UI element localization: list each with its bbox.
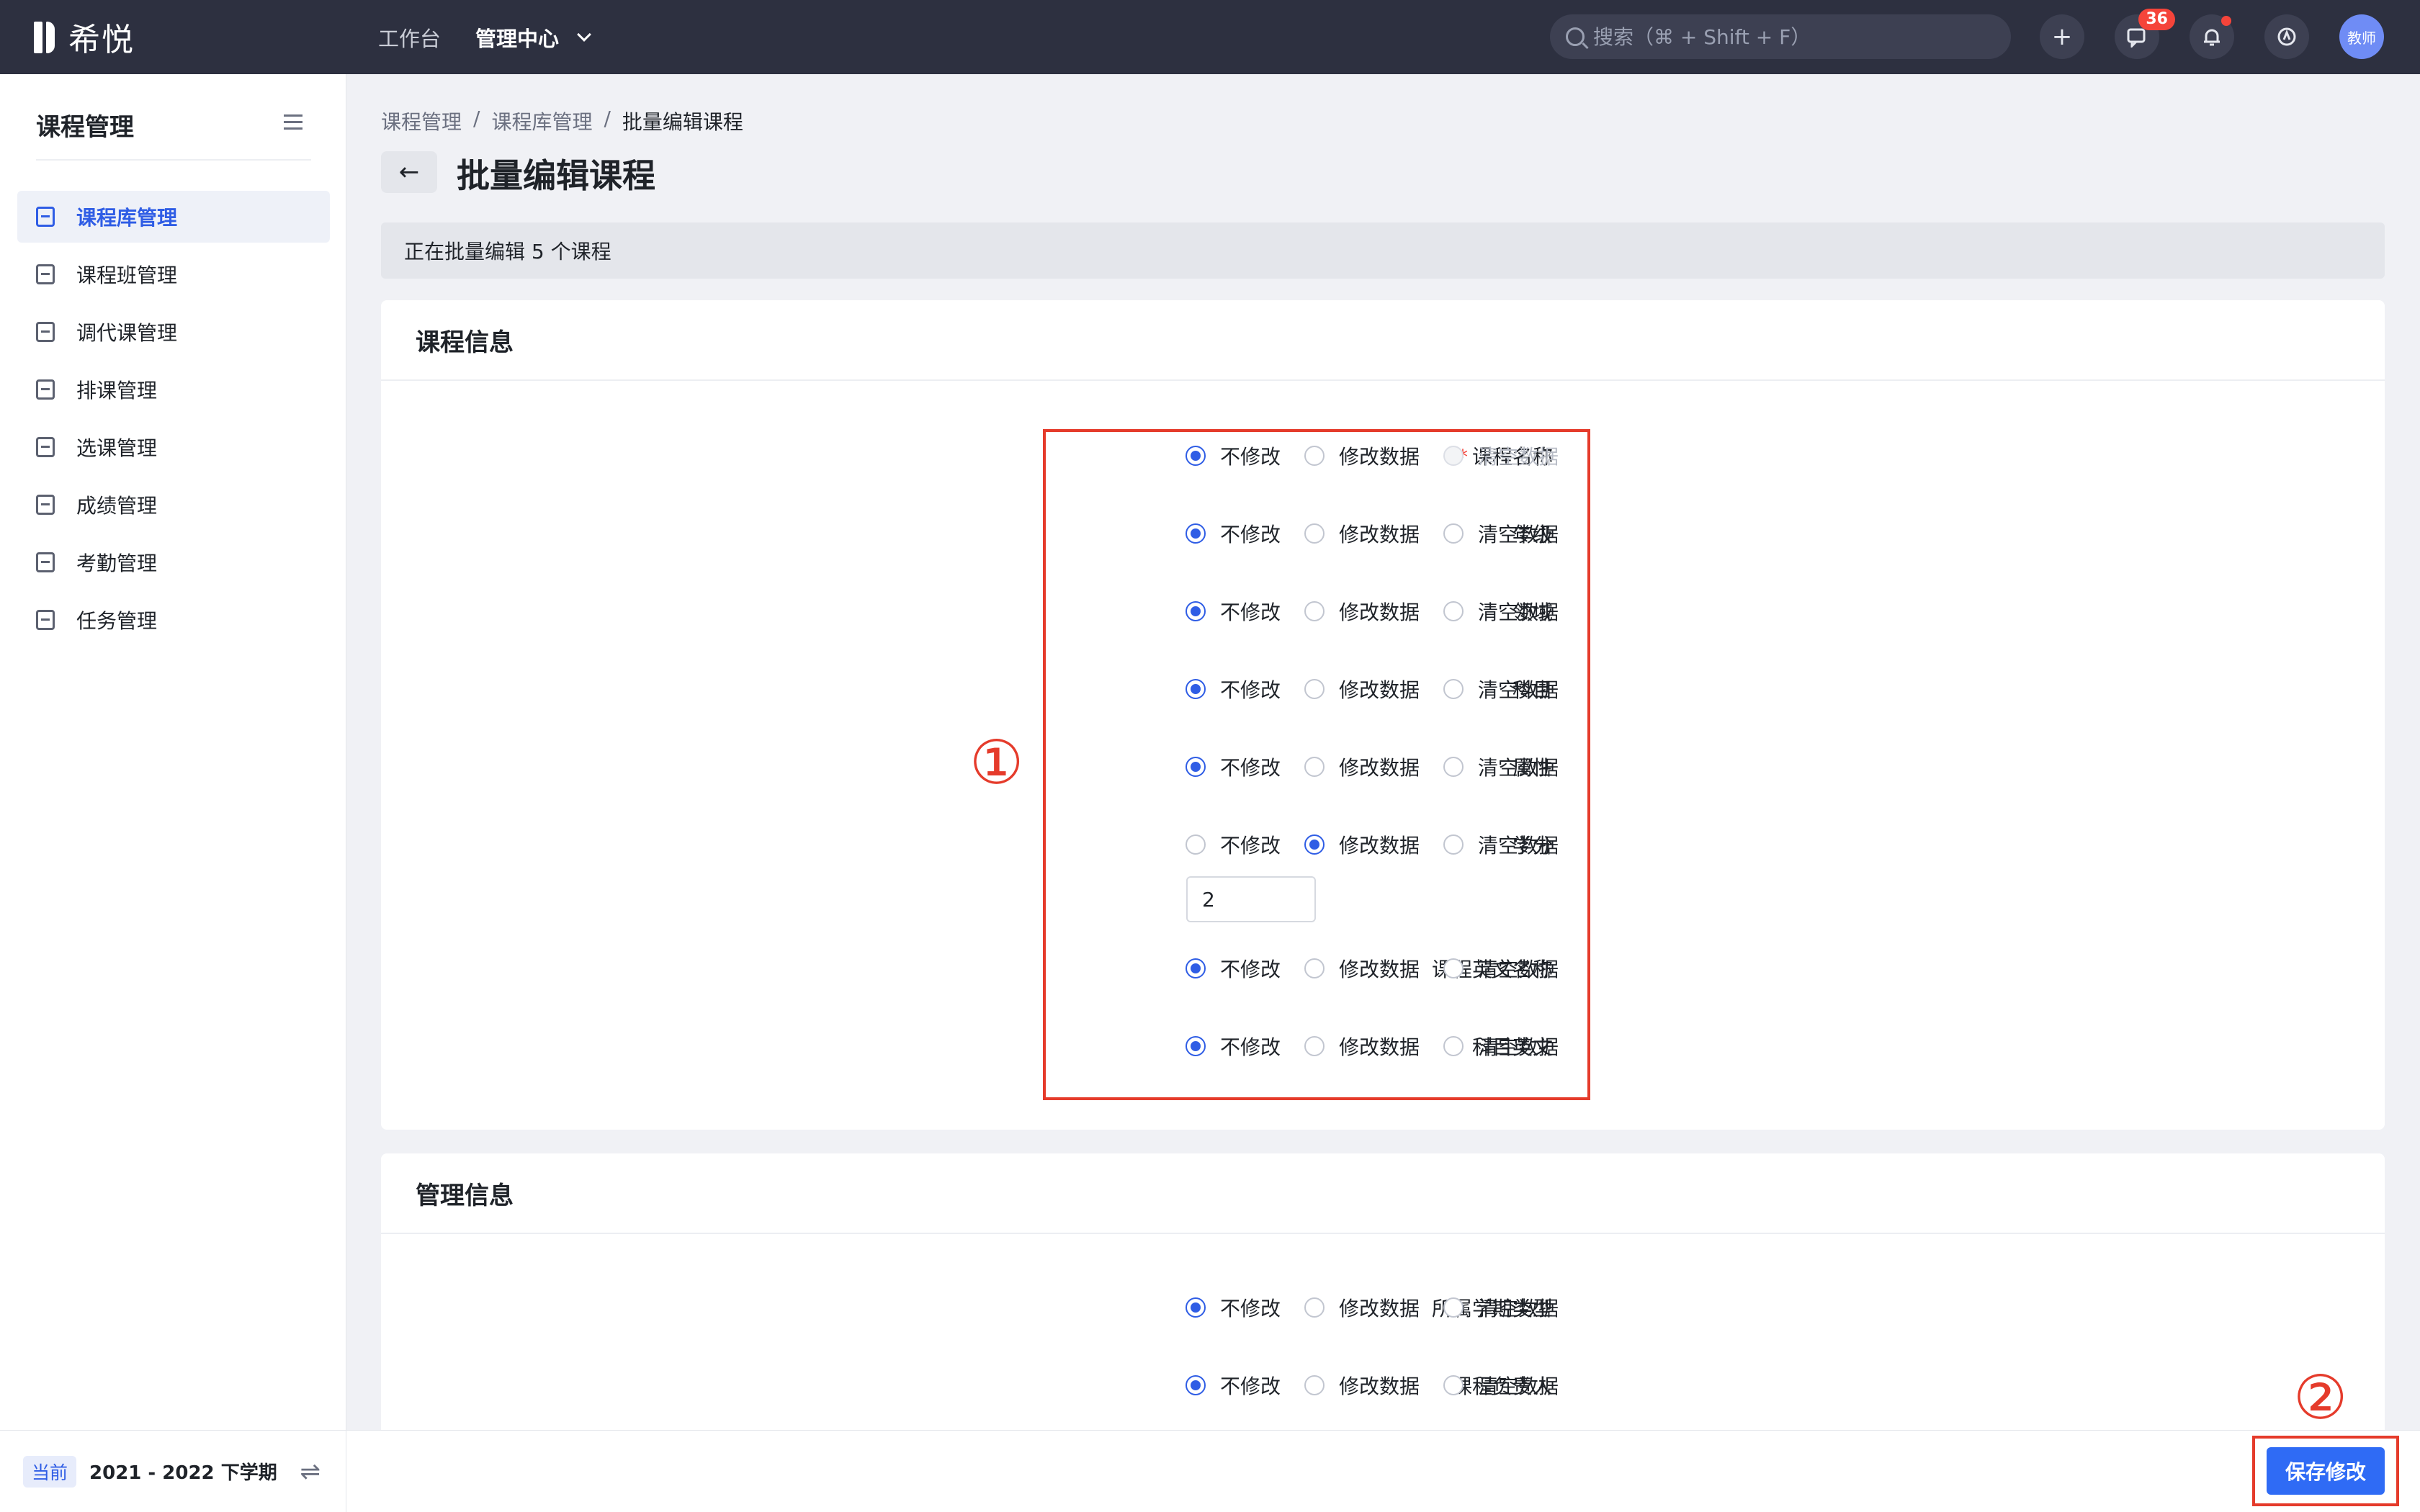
sidebar-item-tasks[interactable]: 任务管理 xyxy=(17,594,330,646)
nav-management-center[interactable]: 管理中心 xyxy=(475,22,591,53)
swap-doc-icon xyxy=(36,322,55,342)
schedule-icon xyxy=(36,379,55,400)
radio-clear[interactable]: 清空数据 xyxy=(1443,1293,1559,1322)
swap-icon[interactable]: ⇌ xyxy=(300,1457,321,1486)
breadcrumb-separator: / xyxy=(604,107,611,130)
search-input[interactable] xyxy=(1593,24,1996,49)
class-icon xyxy=(36,264,55,284)
radio-modify[interactable]: 修改数据 xyxy=(1304,1293,1420,1322)
messages-badge: 36 xyxy=(2138,9,2175,30)
avatar[interactable]: 教师 xyxy=(2339,14,2384,59)
arrow-left-icon: ← xyxy=(398,158,420,186)
sidebar-divider xyxy=(36,159,311,161)
app-switch-button[interactable] xyxy=(2264,14,2309,59)
radio-clear[interactable]: 清空数据 xyxy=(1443,1371,1559,1400)
nav-management-center-label: 管理中心 xyxy=(475,26,560,51)
radio-keep[interactable]: 不修改 xyxy=(1186,1371,1281,1400)
top-nav: 工作台 管理中心 xyxy=(378,0,591,74)
sidebar: 课程管理 课程库管理 课程班管理 调代课管理 排课管理 选课管理 成绩管理 考勤… xyxy=(0,74,346,1512)
bell-icon xyxy=(2204,29,2220,46)
management-info-card: 管理信息 所属学期类型 不修改 修改数据 清空数据 课程负责人 不修改 修改数据… xyxy=(381,1153,2385,1456)
collapse-sidebar-icon[interactable] xyxy=(284,114,302,130)
sidebar-item-label: 调代课管理 xyxy=(76,321,178,345)
messages-button[interactable]: 36 xyxy=(2115,9,2175,59)
sidebar-item-attendance[interactable]: 考勤管理 xyxy=(17,536,330,588)
sidebar-item-course-class[interactable]: 课程班管理 xyxy=(17,248,330,300)
sidebar-item-course-selection[interactable]: 选课管理 xyxy=(17,421,330,473)
breadcrumb-course-management[interactable]: 课程管理 xyxy=(381,107,462,135)
checklist-icon xyxy=(36,437,55,457)
nav-workbench[interactable]: 工作台 xyxy=(378,22,441,53)
nav-workbench-label: 工作台 xyxy=(378,26,442,51)
sidebar-item-label: 任务管理 xyxy=(76,609,158,633)
calendar-check-icon xyxy=(36,552,55,572)
plus-icon: + xyxy=(2051,22,2073,51)
sidebar-item-grades[interactable]: 成绩管理 xyxy=(17,479,330,531)
sidebar-item-label: 选课管理 xyxy=(76,436,158,460)
grade-report-icon xyxy=(36,495,55,515)
management-info-title: 管理信息 xyxy=(381,1153,2385,1234)
sidebar-item-label: 排课管理 xyxy=(76,379,158,402)
database-icon xyxy=(36,207,55,227)
app-logo[interactable]: 希悦 xyxy=(34,16,135,58)
add-button[interactable]: + xyxy=(2040,14,2084,59)
task-list-icon xyxy=(36,610,55,630)
sidebar-item-scheduling[interactable]: 排课管理 xyxy=(17,364,330,415)
breadcrumb-separator: / xyxy=(473,107,480,130)
sidebar-title: 课程管理 xyxy=(36,113,134,142)
search-icon xyxy=(1566,27,1585,46)
avatar-text: 教师 xyxy=(2347,29,2376,47)
global-search[interactable] xyxy=(1550,14,2011,59)
radio-modify[interactable]: 修改数据 xyxy=(1304,1371,1420,1400)
course-info-title: 课程信息 xyxy=(381,300,2385,381)
logo-text: 希悦 xyxy=(68,22,135,58)
annotation-box-1 xyxy=(1043,429,1590,1100)
radio-icon xyxy=(1443,1375,1464,1395)
current-term: 2021 - 2022 下学期 xyxy=(89,1462,277,1484)
sidebar-item-label: 考勤管理 xyxy=(76,552,158,575)
annotation-number-2: ② xyxy=(2293,1362,2348,1433)
breadcrumb: 课程管理 / 课程库管理 / 批量编辑课程 xyxy=(381,107,743,135)
batch-edit-notice: 正在批量编辑 5 个课程 xyxy=(381,222,2385,279)
radio-icon xyxy=(1186,1375,1206,1395)
radio-icon xyxy=(1186,1297,1206,1318)
radio-icon xyxy=(1304,1375,1325,1395)
logo-mark-icon xyxy=(34,19,63,55)
radio-keep[interactable]: 不修改 xyxy=(1186,1293,1281,1322)
back-button[interactable]: ← xyxy=(381,151,437,193)
breadcrumb-current: 批量编辑课程 xyxy=(622,110,743,134)
save-changes-button[interactable]: 保存修改 xyxy=(2267,1447,2385,1495)
top-bar: 希悦 工作台 管理中心 + 36 教师 xyxy=(0,0,2420,74)
sidebar-item-label: 课程库管理 xyxy=(76,206,178,230)
page-title: 批量编辑课程 xyxy=(457,156,655,195)
sidebar-item-substitute[interactable]: 调代课管理 xyxy=(17,306,330,358)
current-tag: 当前 xyxy=(23,1455,77,1488)
compass-icon xyxy=(2277,27,2296,46)
breadcrumb-course-library[interactable]: 课程库管理 xyxy=(491,107,592,135)
radio-icon xyxy=(1443,1297,1464,1318)
sidebar-item-label: 课程班管理 xyxy=(76,264,178,287)
notifications-button[interactable] xyxy=(2190,14,2234,59)
sidebar-menu: 课程库管理 课程班管理 调代课管理 排课管理 选课管理 成绩管理 考勤管理 任务… xyxy=(17,191,330,652)
term-switcher[interactable]: 当前 2021 - 2022 下学期 ⇌ xyxy=(0,1430,346,1512)
chevron-down-icon xyxy=(577,27,591,42)
sidebar-item-course-library[interactable]: 课程库管理 xyxy=(17,191,330,243)
notification-dot xyxy=(2221,16,2231,26)
radio-icon xyxy=(1304,1297,1325,1318)
annotation-number-1: ① xyxy=(969,727,1024,798)
field-course-owner: 课程负责人 不修改 修改数据 清空数据 xyxy=(381,1365,2385,1405)
sidebar-item-label: 成绩管理 xyxy=(76,494,158,518)
bottom-action-bar xyxy=(346,1430,2420,1512)
field-semester-type: 所属学期类型 不修改 修改数据 清空数据 xyxy=(381,1287,2385,1328)
